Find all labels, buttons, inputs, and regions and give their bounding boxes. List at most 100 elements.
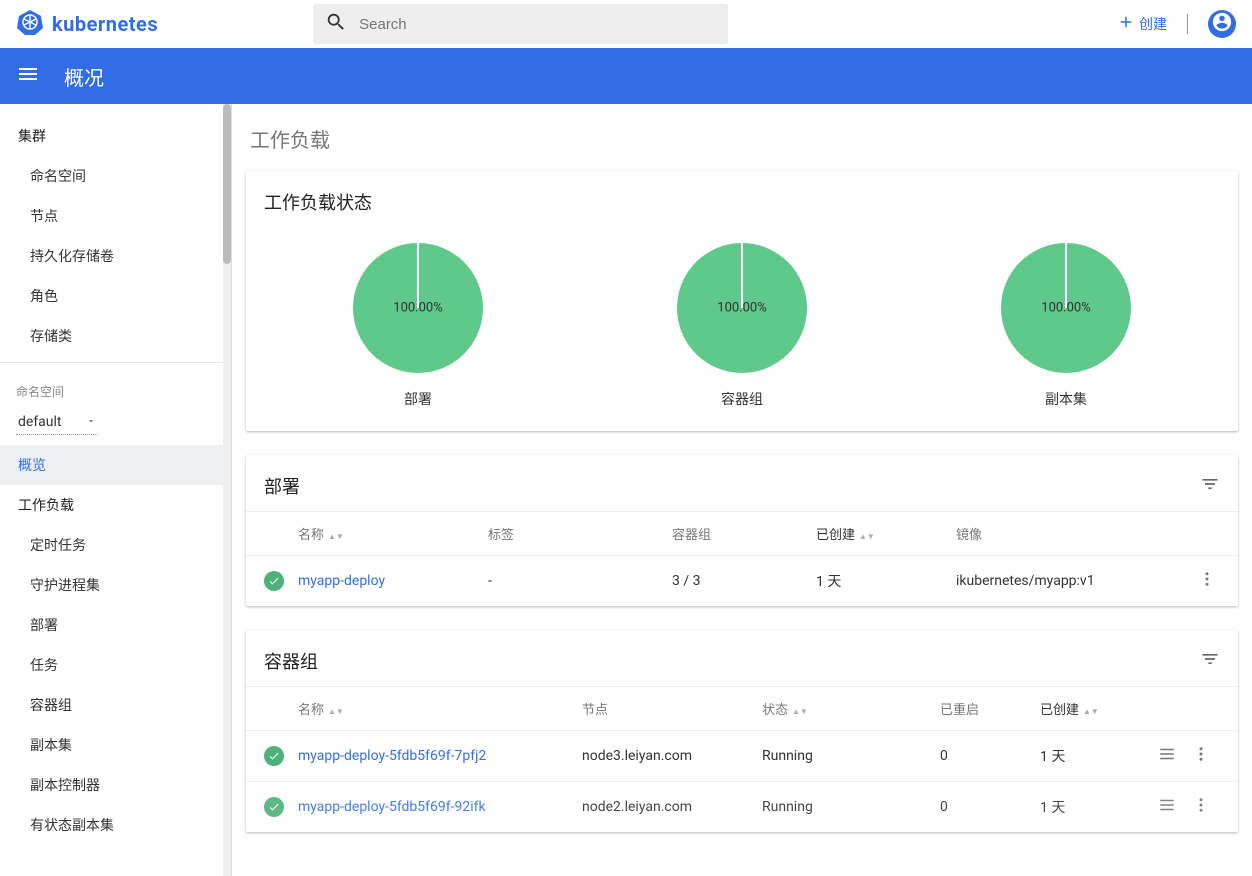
sort-icon: ▲▼	[328, 709, 344, 715]
sidebar: 集群 命名空间 节点 持久化存储卷 角色 存储类 命名空间 default 概览…	[0, 104, 232, 876]
cell-status: Running	[762, 748, 940, 764]
sort-icon: ▲▼	[328, 534, 344, 540]
sidebar-scrollbar[interactable]	[223, 104, 231, 876]
pod-link[interactable]: myapp-deploy-5fdb5f69f-7pfj2	[298, 748, 582, 764]
col-name[interactable]: 名称▲▼	[298, 699, 582, 718]
sidebar-item-jobs[interactable]: 任务	[0, 645, 231, 685]
sort-icon: ▲▼	[792, 709, 808, 715]
sidebar-divider	[0, 362, 231, 363]
sidebar-item-daemonsets[interactable]: 守护进程集	[0, 565, 231, 605]
pod-link[interactable]: myapp-deploy-5fdb5f69f-92ifk	[298, 799, 582, 815]
sidebar-item-nodes[interactable]: 节点	[0, 196, 231, 236]
chart-caption: 副本集	[1045, 389, 1087, 409]
deployments-header-row: 名称▲▼ 标签 容器组 已创建▲▼ 镜像	[246, 511, 1238, 555]
topbar-right: 创建	[1117, 10, 1236, 38]
sidebar-section-workloads[interactable]: 工作负载	[0, 485, 231, 525]
sidebar-item-pods[interactable]: 容器组	[0, 685, 231, 725]
sidebar-item-storageclass[interactable]: 存储类	[0, 316, 231, 356]
row-menu-button[interactable]	[1192, 745, 1210, 767]
sidebar-item-roles[interactable]: 角色	[0, 276, 231, 316]
pods-card: 容器组 名称▲▼ 节点 状态▲▼ 已重启 已创建▲▼ myapp-deploy-…	[246, 630, 1238, 832]
row-menu-button[interactable]	[1192, 796, 1210, 818]
workload-status-card: 工作负载状态 100.00% 部署 100.00% 容器组 100.00% 副本…	[246, 171, 1238, 431]
chart-replicasets: 100.00% 副本集	[999, 241, 1133, 409]
status-ok-icon	[264, 797, 284, 817]
cell-status: Running	[762, 799, 940, 815]
top-bar: kubernetes 创建	[0, 0, 1252, 48]
cell-labels: -	[488, 573, 672, 589]
search-input[interactable]	[359, 16, 716, 33]
table-row: myapp-deploy-5fdb5f69f-92ifk node2.leiya…	[246, 781, 1238, 832]
chart-value: 100.00%	[717, 301, 766, 316]
sidebar-section-cluster[interactable]: 集群	[0, 116, 231, 156]
sidebar-ns-label: 命名空间	[0, 369, 231, 406]
chevron-down-icon	[86, 414, 96, 430]
create-label: 创建	[1139, 14, 1167, 34]
cell-created: 1 天	[1040, 746, 1130, 766]
deployments-card: 部署 名称▲▼ 标签 容器组 已创建▲▼ 镜像 myapp-deploy - 3…	[246, 455, 1238, 606]
col-images: 镜像	[956, 524, 1176, 543]
status-card-title: 工作负载状态	[264, 189, 372, 215]
sidebar-item-namespaces[interactable]: 命名空间	[0, 156, 231, 196]
table-row: myapp-deploy - 3 / 3 1 天 ikubernetes/mya…	[246, 555, 1238, 606]
menu-toggle-button[interactable]	[16, 62, 40, 90]
namespace-selected: default	[18, 414, 62, 430]
col-labels: 标签	[488, 524, 672, 543]
sidebar-item-overview[interactable]: 概览	[0, 445, 231, 485]
col-restarts: 已重启	[940, 699, 1040, 718]
chart-value: 100.00%	[1041, 301, 1090, 316]
sidebar-item-deployments[interactable]: 部署	[0, 605, 231, 645]
charts-row: 100.00% 部署 100.00% 容器组 100.00% 副本集	[246, 227, 1238, 431]
nav-title: 概况	[64, 62, 104, 91]
status-ok-icon	[264, 746, 284, 766]
col-pods: 容器组	[672, 524, 816, 543]
deployments-title: 部署	[264, 473, 300, 499]
kubernetes-logo-icon	[16, 8, 44, 40]
deployment-link[interactable]: myapp-deploy	[298, 573, 488, 589]
filter-button[interactable]	[1200, 649, 1220, 673]
nav-bar: 概况	[0, 48, 1252, 104]
user-avatar-button[interactable]	[1208, 10, 1236, 38]
cell-images: ikubernetes/myapp:v1	[956, 573, 1176, 589]
col-node: 节点	[582, 699, 762, 718]
logo-area: kubernetes	[16, 8, 158, 40]
pods-title: 容器组	[264, 648, 318, 674]
plus-icon	[1117, 13, 1135, 35]
chart-pods: 100.00% 容器组	[675, 241, 809, 409]
create-button[interactable]: 创建	[1117, 13, 1167, 35]
col-status[interactable]: 状态▲▼	[762, 699, 940, 718]
table-row: myapp-deploy-5fdb5f69f-7pfj2 node3.leiya…	[246, 730, 1238, 781]
sort-icon: ▲▼	[1083, 709, 1099, 715]
chart-value: 100.00%	[393, 301, 442, 316]
cell-created: 1 天	[1040, 797, 1130, 817]
logs-button[interactable]	[1158, 796, 1176, 818]
main-content: 工作负载 工作负载状态 100.00% 部署 100.00% 容器组 100.0…	[232, 104, 1252, 876]
account-icon	[1211, 11, 1233, 37]
search-wrap	[313, 4, 728, 44]
search-icon	[325, 11, 347, 37]
cell-pods: 3 / 3	[672, 573, 816, 589]
search-box[interactable]	[313, 4, 728, 44]
section-title: 工作负载	[246, 124, 1238, 153]
cell-restarts: 0	[940, 799, 1040, 815]
sidebar-item-statefulsets[interactable]: 有状态副本集	[0, 805, 231, 845]
col-created[interactable]: 已创建▲▼	[816, 524, 956, 543]
chart-deployments: 100.00% 部署	[351, 241, 485, 409]
col-created[interactable]: 已创建▲▼	[1040, 699, 1130, 718]
cell-restarts: 0	[940, 748, 1040, 764]
sort-icon: ▲▼	[859, 534, 875, 540]
row-menu-button[interactable]	[1176, 570, 1216, 592]
col-name[interactable]: 名称▲▼	[298, 524, 488, 543]
sidebar-item-replicasets[interactable]: 副本集	[0, 725, 231, 765]
filter-button[interactable]	[1200, 474, 1220, 498]
sidebar-item-rc[interactable]: 副本控制器	[0, 765, 231, 805]
cell-node: node3.leiyan.com	[582, 748, 762, 764]
logs-button[interactable]	[1158, 745, 1176, 767]
cell-created: 1 天	[816, 571, 956, 591]
namespace-select[interactable]: default	[16, 410, 98, 435]
sidebar-item-cronjobs[interactable]: 定时任务	[0, 525, 231, 565]
pods-header-row: 名称▲▼ 节点 状态▲▼ 已重启 已创建▲▼	[246, 686, 1238, 730]
sidebar-item-pv[interactable]: 持久化存储卷	[0, 236, 231, 276]
brand-text: kubernetes	[52, 12, 158, 36]
chart-caption: 容器组	[721, 389, 763, 409]
